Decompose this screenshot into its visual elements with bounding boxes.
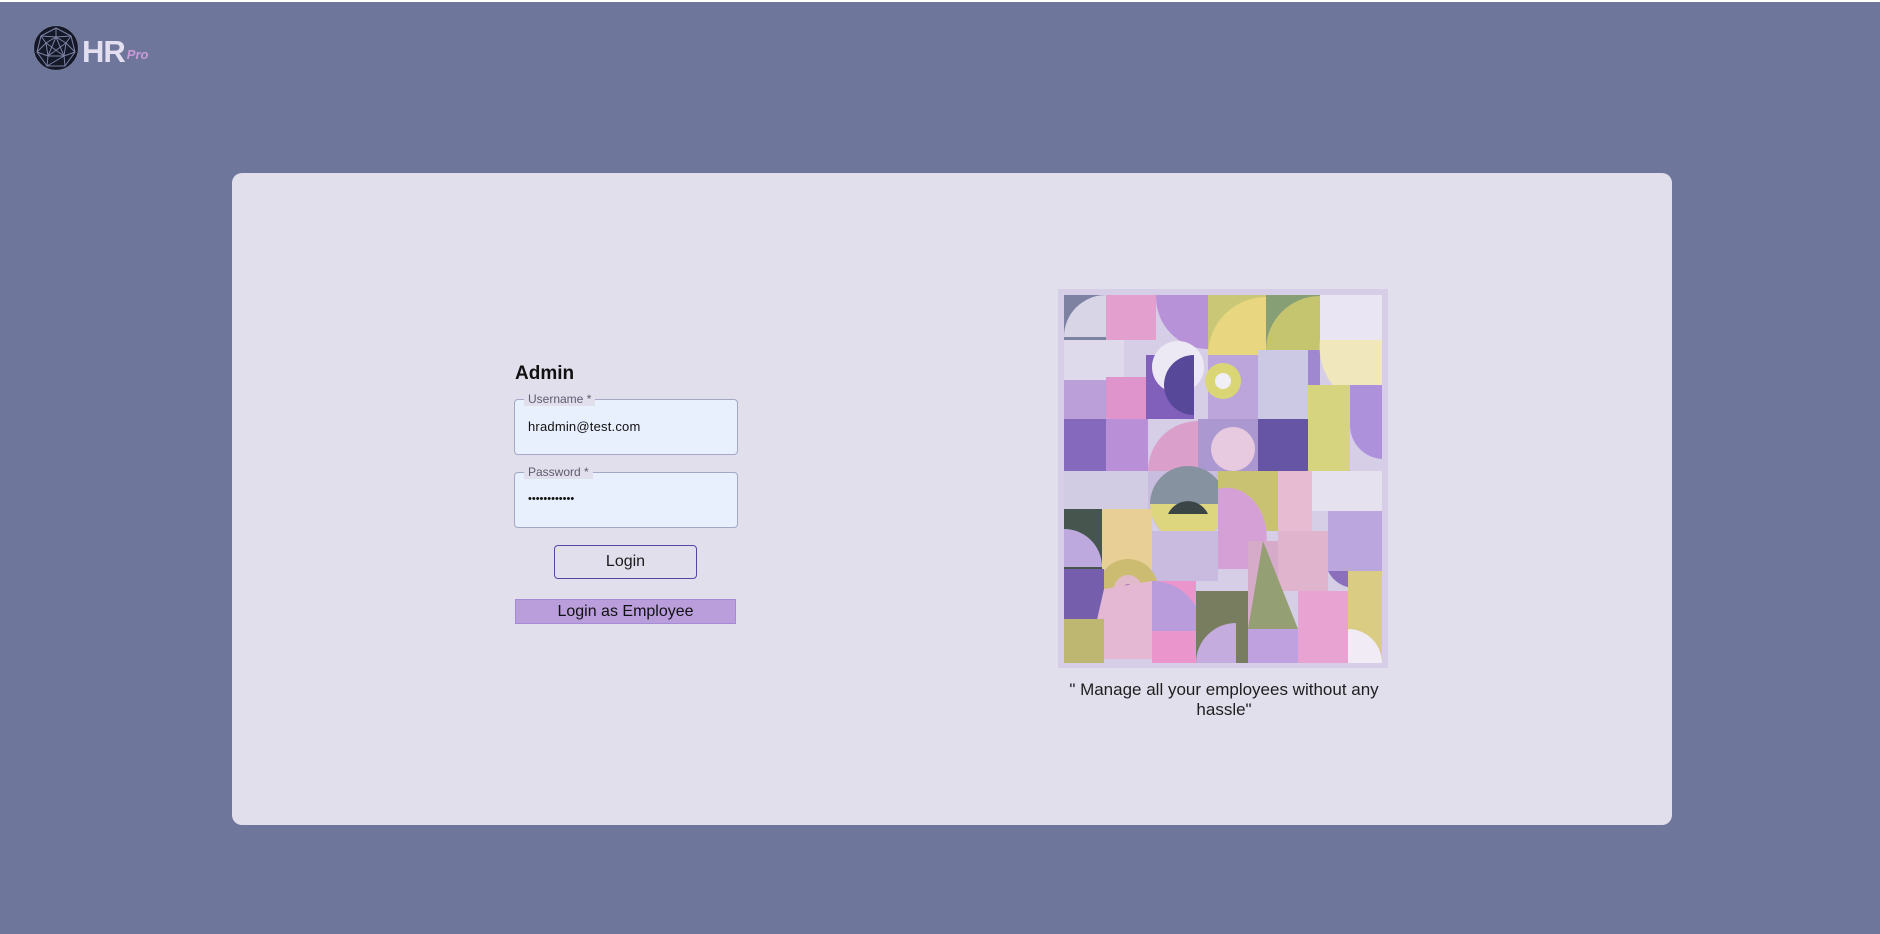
page-background: HR Pro Admin Username * hradmin@test.com… [0, 2, 1880, 934]
geodesic-globe-icon [33, 25, 79, 71]
password-label: Password * [524, 465, 593, 479]
password-input[interactable]: •••••••••••• [528, 493, 574, 505]
tagline: " Manage all your employees without any … [1069, 680, 1379, 719]
logo-suffix: Pro [126, 47, 149, 62]
password-field[interactable]: Password * •••••••••••• [514, 465, 738, 528]
logo-text: HR [82, 34, 126, 69]
login-as-employee-button[interactable]: Login as Employee [515, 599, 736, 624]
abstract-geometric-artwork [1058, 289, 1388, 668]
login-button[interactable]: Login [554, 545, 697, 579]
username-label: Username * [524, 392, 596, 406]
login-form: Admin Username * hradmin@test.com Passwo… [514, 363, 738, 624]
login-card: Admin Username * hradmin@test.com Passwo… [232, 173, 1672, 825]
username-field[interactable]: Username * hradmin@test.com [514, 392, 738, 455]
username-input[interactable]: hradmin@test.com [528, 419, 641, 434]
form-title: Admin [515, 363, 575, 384]
hrpro-logo[interactable]: HR Pro [32, 24, 148, 72]
